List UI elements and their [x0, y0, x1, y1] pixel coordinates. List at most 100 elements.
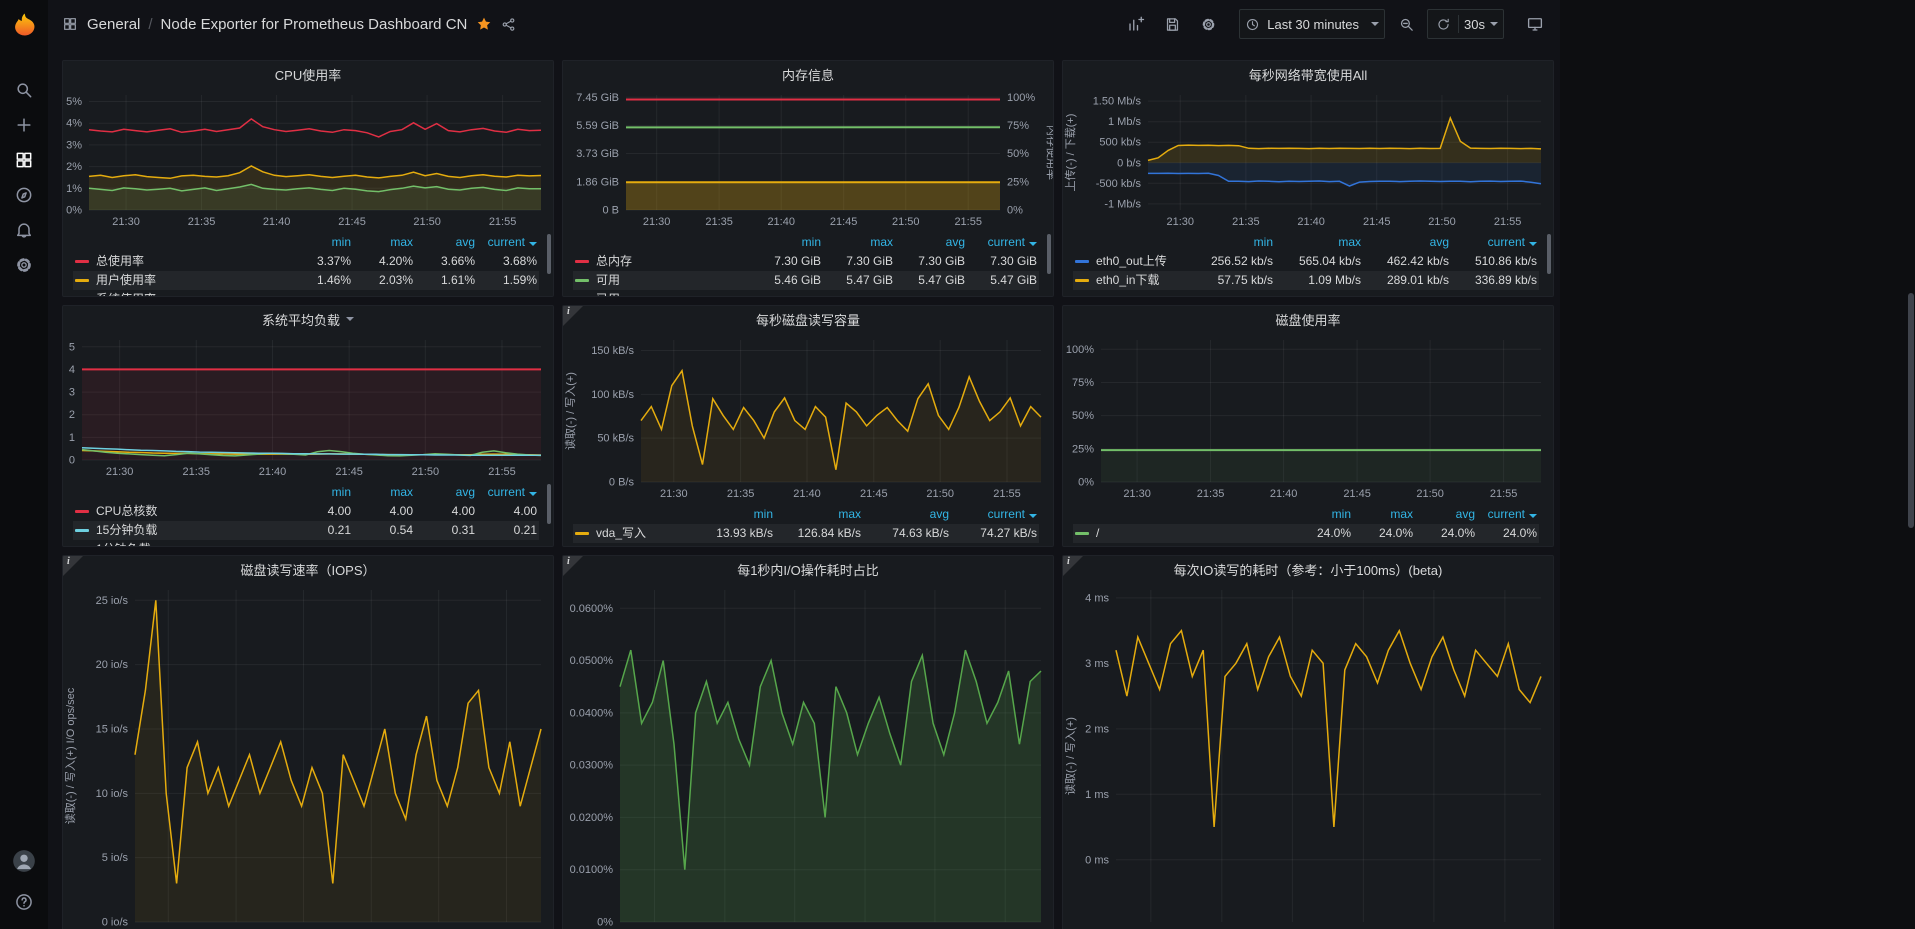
- series-name: 15分钟负载: [96, 521, 157, 540]
- legend-series-label[interactable]: 用户使用率: [75, 271, 289, 290]
- legend-sort-min[interactable]: min: [685, 505, 773, 524]
- legend-row: eth0_in下载57.75 kb/s1.09 Mb/s289.01 kb/s3…: [1073, 271, 1539, 290]
- chart-io-latency[interactable]: 21:3021:3521:4021:4521:5021:550 ms1 ms2 …: [1063, 582, 1553, 929]
- chart-cpu-usage[interactable]: 21:3021:3521:4021:4521:5021:550%1%2%3%4%…: [63, 87, 553, 232]
- breadcrumb-dashboard-title[interactable]: Node Exporter for Prometheus Dashboard C…: [161, 16, 468, 33]
- svg-text:3: 3: [69, 387, 75, 399]
- legend-series-label[interactable]: eth0_in下载: [1075, 271, 1185, 290]
- chart-disk-rw-bytes[interactable]: 21:3021:3521:4021:4521:5021:550 B/s50 kB…: [563, 332, 1053, 504]
- page-scrollbar-thumb[interactable]: [1908, 293, 1914, 528]
- panel-title[interactable]: 每次IO读写的耗时（参考：小于100ms）(beta): [1063, 556, 1553, 582]
- legend-sort-current[interactable]: current: [475, 483, 537, 502]
- chart-svg: 21:3021:3521:4021:4521:5021:550 B/s50 kB…: [563, 332, 1053, 504]
- sidebar-item-search[interactable]: [0, 72, 48, 107]
- panel-title[interactable]: 每1秒内I/O操作耗时占比: [563, 556, 1053, 582]
- legend-sort-current[interactable]: current: [1449, 233, 1537, 252]
- chart-svg: 21:3021:3521:4021:4521:5021:550%1%2%3%4%…: [63, 87, 553, 232]
- sidebar-item-explore[interactable]: [0, 177, 48, 212]
- legend-sort-avg[interactable]: avg: [413, 483, 475, 502]
- legend-series-label[interactable]: /: [1075, 524, 1289, 543]
- cycle-view-button[interactable]: [1520, 9, 1550, 39]
- refresh-button[interactable]: [1428, 10, 1458, 38]
- legend-sort-current[interactable]: current: [949, 505, 1037, 524]
- legend-series-label[interactable]: 系统使用率: [75, 290, 289, 296]
- panel-title[interactable]: CPU使用率: [63, 61, 553, 87]
- legend-scrollbar[interactable]: [547, 484, 551, 524]
- chart-io-time-ratio[interactable]: 21:3021:3521:4021:4521:5021:550%0.0100%0…: [563, 582, 1053, 929]
- grafana-logo[interactable]: [0, 0, 48, 48]
- legend-sort-min[interactable]: min: [289, 233, 351, 252]
- favorite-star-icon[interactable]: [476, 16, 492, 32]
- legend-series-label[interactable]: vda_写入: [575, 524, 685, 543]
- add-panel-button[interactable]: [1121, 9, 1151, 39]
- legend-series-label[interactable]: CPU总核数: [75, 502, 289, 521]
- legend-scrollbar[interactable]: [547, 234, 551, 274]
- legend-series-label[interactable]: 15分钟负载: [75, 521, 289, 540]
- legend-sort-current[interactable]: current: [475, 233, 537, 252]
- sidebar-item-dashboards[interactable]: [0, 142, 48, 177]
- legend-sort-avg[interactable]: avg: [413, 233, 475, 252]
- legend-sort-avg[interactable]: avg: [1361, 233, 1449, 252]
- legend-sort-min[interactable]: min: [749, 233, 821, 252]
- svg-text:0.0200%: 0.0200%: [570, 812, 614, 824]
- dashboard-settings-button[interactable]: [1193, 9, 1223, 39]
- legend-sort-max[interactable]: max: [1351, 505, 1413, 524]
- sidebar: [0, 0, 48, 929]
- legend-sort-max[interactable]: max: [1273, 233, 1361, 252]
- share-icon[interactable]: [501, 17, 516, 32]
- sidebar-item-configuration[interactable]: [0, 247, 48, 282]
- legend-sort-max[interactable]: max: [351, 483, 413, 502]
- legend-series-label[interactable]: 总内存: [575, 252, 749, 271]
- legend-sort-avg[interactable]: avg: [1413, 505, 1475, 524]
- panel-title[interactable]: 每秒网络带宽使用All: [1063, 61, 1553, 87]
- legend-series-label[interactable]: 总使用率: [75, 252, 289, 271]
- legend-series-label[interactable]: 可用: [575, 271, 749, 290]
- time-range-picker[interactable]: Last 30 minutes: [1239, 9, 1385, 39]
- panel-title[interactable]: 磁盘使用率: [1063, 306, 1553, 332]
- sidebar-item-help[interactable]: [0, 884, 48, 919]
- panel-title[interactable]: 内存信息: [563, 61, 1053, 87]
- refresh-interval-dropdown[interactable]: 30s: [1459, 10, 1503, 38]
- zoom-out-button[interactable]: [1391, 9, 1421, 39]
- legend-sort-avg[interactable]: avg: [861, 505, 949, 524]
- panel-cpu-usage: CPU使用率21:3021:3521:4021:4521:5021:550%1%…: [62, 60, 554, 297]
- legend-sort-min[interactable]: min: [289, 483, 351, 502]
- legend-sort-max[interactable]: max: [351, 233, 413, 252]
- save-dashboard-button[interactable]: [1157, 9, 1187, 39]
- legend-sort-min[interactable]: min: [1185, 233, 1273, 252]
- series-color-dash: [1075, 260, 1089, 263]
- panel-title[interactable]: 磁盘读写速率（IOPS）: [63, 556, 553, 582]
- panel-title[interactable]: 系统平均负载: [63, 306, 553, 332]
- panel-title[interactable]: 每秒磁盘读写容量: [563, 306, 1053, 332]
- legend-sort-max[interactable]: max: [821, 233, 893, 252]
- legend-sort-current[interactable]: current: [965, 233, 1037, 252]
- sidebar-item-alerting[interactable]: [0, 212, 48, 247]
- legend-scrollbar[interactable]: [1547, 234, 1551, 274]
- legend-stat-value: 5.47 GiB: [965, 271, 1037, 290]
- breadcrumb-folder[interactable]: General: [87, 16, 140, 33]
- legend-scrollbar[interactable]: [1047, 234, 1051, 274]
- chart-memory-info[interactable]: 21:3021:3521:4021:4521:5021:550 B1.86 Gi…: [563, 87, 1053, 232]
- series-color-dash: [1075, 532, 1089, 535]
- chart-disk-usage[interactable]: 21:3021:3521:4021:4521:5021:550%25%50%75…: [1063, 332, 1553, 504]
- legend-stat-value: 565.04 kb/s: [1273, 252, 1361, 271]
- legend-series-label[interactable]: eth0_out上传: [1075, 252, 1185, 271]
- svg-text:21:45: 21:45: [860, 488, 888, 500]
- legend-sort-max[interactable]: max: [773, 505, 861, 524]
- sidebar-item-profile[interactable]: [0, 843, 48, 878]
- page-scrollbar[interactable]: [1907, 48, 1915, 929]
- chart-network-bandwidth[interactable]: 21:3021:3521:4021:4521:5021:55-1 Mb/s-50…: [1063, 87, 1553, 232]
- legend-series-label[interactable]: 已用: [575, 290, 749, 296]
- info-icon: i: [567, 556, 570, 567]
- legend-sort-avg[interactable]: avg: [893, 233, 965, 252]
- chart-system-load-average[interactable]: 21:3021:3521:4021:4521:5021:55012345: [63, 332, 553, 482]
- series-name: /: [1096, 524, 1099, 543]
- sidebar-item-create[interactable]: [0, 107, 48, 142]
- series-name: CPU总核数: [96, 502, 157, 521]
- legend-sort-min[interactable]: min: [1289, 505, 1351, 524]
- legend-sort-current[interactable]: current: [1475, 505, 1537, 524]
- chart-disk-iops[interactable]: 21:3021:3521:4021:4521:5021:550 io/s5 io…: [63, 582, 553, 929]
- legend-series-label[interactable]: 1分钟负载: [75, 540, 289, 546]
- svg-text:0.0100%: 0.0100%: [570, 864, 614, 876]
- legend-row: 15分钟负载0.210.540.310.21: [73, 521, 539, 540]
